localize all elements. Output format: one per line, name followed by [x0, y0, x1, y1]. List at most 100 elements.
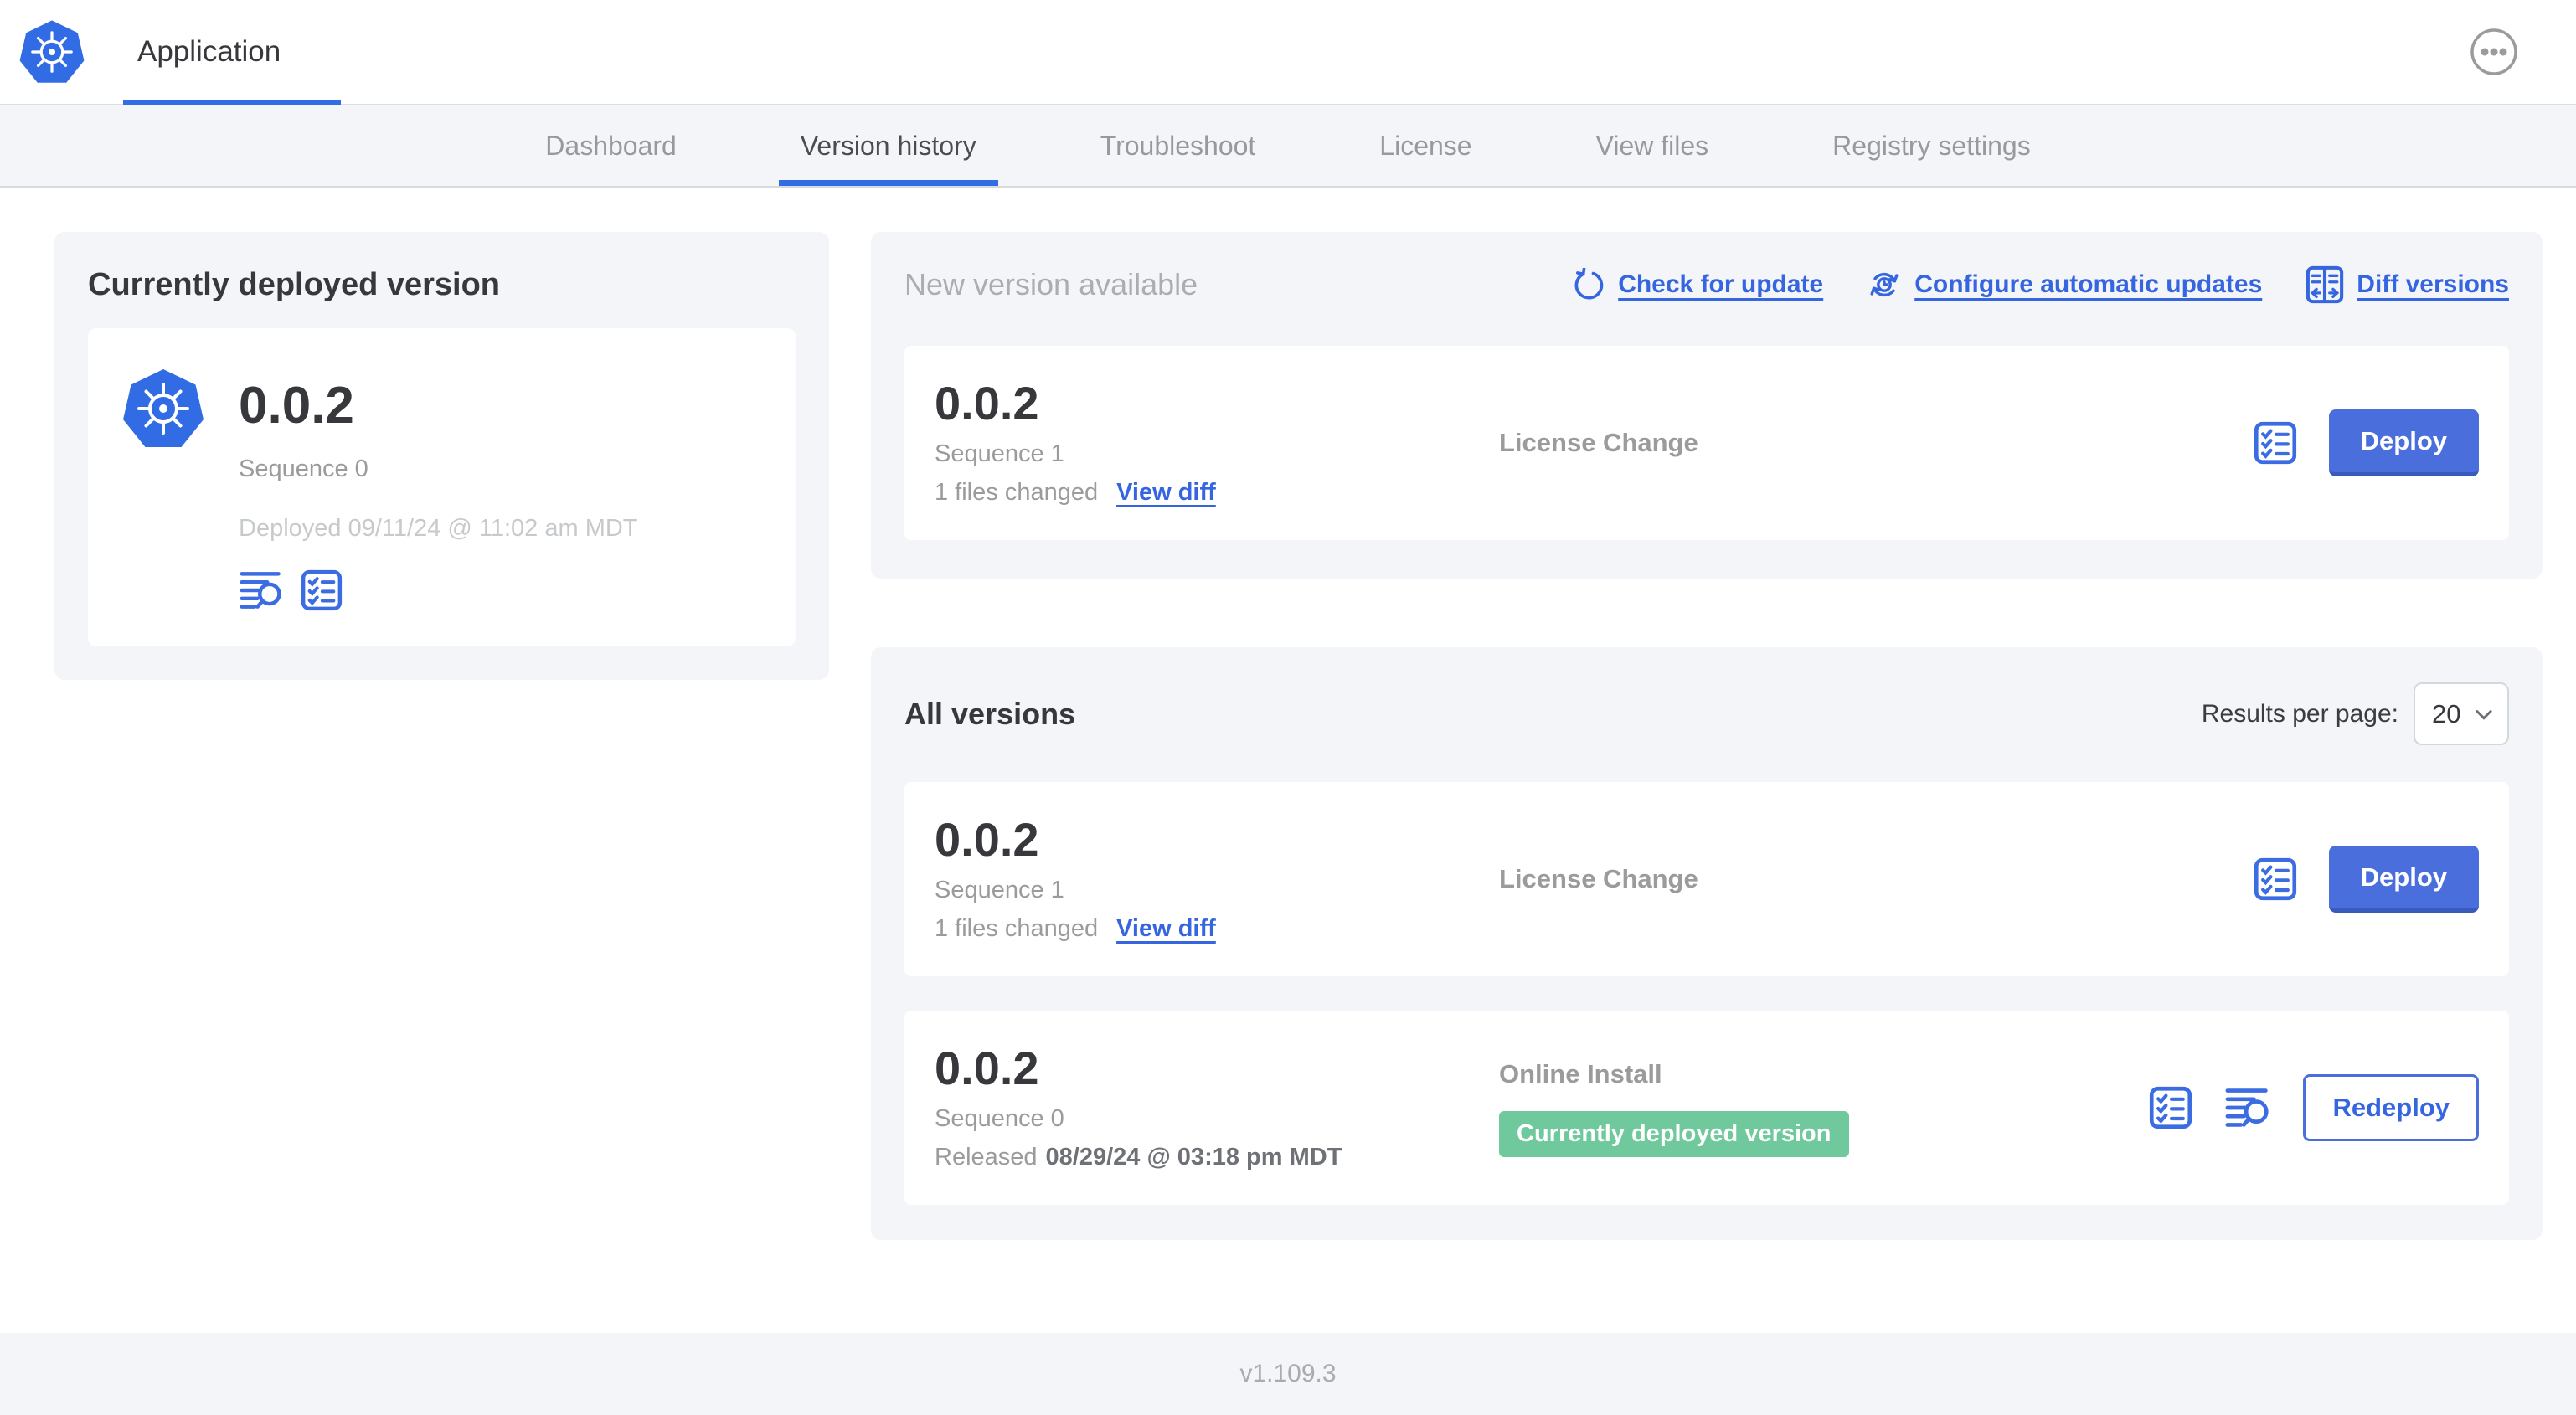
admin-console-version: v1.109.3 [1239, 1360, 1337, 1387]
results-per-page-value: 20 [2432, 698, 2461, 728]
version-label: 0.0.2 [935, 1041, 1039, 1094]
version-actions: Deploy [2254, 409, 2479, 476]
version-label: 0.0.2 [935, 376, 1039, 430]
tab-label: Version history [800, 130, 976, 161]
deployed-version-actions [239, 569, 638, 611]
version-actions: Deploy [2254, 846, 2479, 913]
app-header: Application [0, 0, 2576, 105]
files-changed-label: 1 files changed [935, 914, 1099, 942]
all-versions-panel: All versions Results per page: 20 0.0.2 … [871, 647, 2543, 1240]
new-version-row: 0.0.2 Sequence 1 1 files changed View di… [904, 346, 2509, 540]
source-label: License Change [1499, 428, 1698, 457]
preflight-checks-button[interactable] [2149, 1086, 2192, 1129]
diff-versions-link[interactable]: Diff versions [2306, 265, 2509, 304]
checklist-icon [2149, 1086, 2192, 1129]
checklist-icon [2254, 857, 2297, 901]
deployed-sequence-label: Sequence 0 [239, 455, 368, 482]
more-menu-button[interactable] [2469, 27, 2519, 77]
configure-automatic-updates-link[interactable]: Configure automatic updates [1867, 267, 2262, 302]
preflight-checks-button[interactable] [2254, 421, 2297, 465]
kubernetes-app-icon [121, 367, 205, 450]
check-for-update-label: Check for update [1618, 270, 1824, 298]
files-changed-line: 1 files changed View diff [935, 915, 1499, 943]
version-row: 0.0.2 Sequence 0 Released 08/29/24 @ 03:… [904, 1011, 2509, 1205]
deploy-logs-button[interactable] [239, 569, 284, 611]
sequence-label: Sequence 0 [935, 1104, 1064, 1132]
logs-search-icon [2224, 1086, 2271, 1129]
deploy-button[interactable]: Deploy [2328, 409, 2479, 476]
ellipsis-circle-icon [2469, 27, 2519, 77]
new-version-heading: New version available [904, 267, 1198, 301]
currently-deployed-card: 0.0.2 Sequence 0 Deployed 09/11/24 @ 11:… [88, 328, 796, 646]
version-actions: Redeploy [2149, 1074, 2479, 1141]
currently-deployed-badge: Currently deployed version [1499, 1110, 1849, 1157]
new-version-header: New version available Check for update C… [904, 265, 2509, 304]
tab-registry-settings[interactable]: Registry settings [1811, 105, 2053, 186]
redeploy-button[interactable]: Redeploy [2303, 1074, 2479, 1141]
checklist-icon [301, 569, 343, 611]
checklist-icon [2254, 421, 2297, 465]
deploy-logs-button[interactable] [2224, 1086, 2271, 1129]
deployed-version-label: 0.0.2 [239, 377, 354, 435]
check-for-update-link[interactable]: Check for update [1572, 268, 1823, 301]
diff-columns-icon [2306, 265, 2344, 304]
active-app-underline [123, 100, 341, 105]
tab-label: Troubleshoot [1100, 130, 1256, 161]
files-changed-line: 1 files changed View diff [935, 479, 1499, 507]
tab-label: License [1379, 130, 1472, 161]
sequence-label: Sequence 1 [935, 440, 1064, 467]
results-per-page-label: Results per page: [2201, 699, 2398, 728]
version-label: 0.0.2 [935, 812, 1039, 866]
released-line: Released 08/29/24 @ 03:18 pm MDT [935, 1144, 1499, 1171]
logs-search-icon [239, 569, 284, 611]
results-per-page-select[interactable]: 20 [2414, 682, 2509, 745]
currently-deployed-panel: Currently deployed version 0.0.2 Sequenc… [54, 232, 829, 680]
tab-label: Registry settings [1832, 130, 2031, 161]
all-versions-header: All versions Results per page: 20 [904, 682, 2509, 745]
tab-license[interactable]: License [1358, 105, 1493, 186]
app-tab-bar: Dashboard Version history Troubleshoot L… [0, 105, 2576, 188]
all-versions-heading: All versions [904, 696, 1076, 731]
chevron-down-icon [2472, 702, 2496, 726]
released-date: 08/29/24 @ 03:18 pm MDT [1045, 1143, 1342, 1171]
app-title[interactable]: Application [137, 35, 281, 69]
tab-label: Dashboard [545, 130, 677, 161]
version-info: 0.0.2 Sequence 1 1 files changed View di… [935, 376, 1499, 507]
version-history-page: Currently deployed version 0.0.2 Sequenc… [0, 188, 2576, 1333]
version-source: Online Install Currently deployed versio… [1499, 1059, 2149, 1157]
refresh-arrow-icon [1572, 268, 1605, 301]
sequence-label: Sequence 1 [935, 876, 1064, 903]
version-row: 0.0.2 Sequence 1 1 files changed View di… [904, 782, 2509, 976]
tab-dashboard[interactable]: Dashboard [523, 105, 698, 186]
deploy-button[interactable]: Deploy [2328, 846, 2479, 913]
version-info: 0.0.2 Sequence 1 1 files changed View di… [935, 816, 1499, 943]
released-prefix: Released [935, 1143, 1038, 1171]
tab-version-history[interactable]: Version history [778, 105, 998, 186]
diff-versions-label: Diff versions [2357, 270, 2509, 298]
files-changed-label: 1 files changed [935, 478, 1099, 506]
version-source: License Change [1499, 864, 2254, 894]
results-per-page: Results per page: 20 [2202, 682, 2509, 745]
configure-automatic-updates-label: Configure automatic updates [1914, 270, 2263, 298]
version-info: 0.0.2 Sequence 0 Released 08/29/24 @ 03:… [935, 1041, 1499, 1171]
currently-deployed-details: 0.0.2 Sequence 0 Deployed 09/11/24 @ 11:… [239, 367, 638, 611]
view-diff-link[interactable]: View diff [1116, 915, 1216, 943]
deployed-timestamp: Deployed 09/11/24 @ 11:02 am MDT [239, 515, 638, 542]
version-source: License Change [1499, 428, 2254, 458]
source-label: License Change [1499, 864, 1698, 893]
source-label: Online Install [1499, 1058, 1662, 1088]
app-footer: v1.109.3 [0, 1333, 2576, 1415]
version-history-column: New version available Check for update C… [871, 232, 2543, 1240]
kubernetes-logo-icon [18, 18, 85, 85]
tab-label: View files [1595, 130, 1709, 161]
view-diff-link[interactable]: View diff [1116, 479, 1216, 507]
update-actions: Check for update Configure automatic upd… [1572, 265, 2509, 304]
version-rows: 0.0.2 Sequence 1 1 files changed View di… [904, 782, 2509, 1205]
tab-view-files[interactable]: View files [1574, 105, 1731, 186]
preflight-checks-button[interactable] [301, 569, 343, 611]
preflight-checks-button[interactable] [2254, 857, 2297, 901]
auto-update-clock-icon [1867, 267, 1902, 302]
currently-deployed-title: Currently deployed version [88, 267, 501, 302]
new-version-panel: New version available Check for update C… [871, 232, 2543, 579]
tab-troubleshoot[interactable]: Troubleshoot [1079, 105, 1278, 186]
